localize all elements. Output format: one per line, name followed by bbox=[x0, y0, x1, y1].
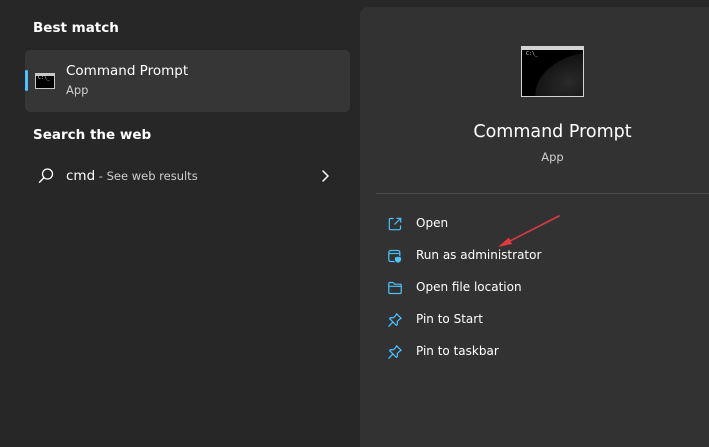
command-prompt-icon: C:\_ bbox=[35, 73, 55, 89]
action-open-label: Open bbox=[416, 216, 449, 230]
best-match-subtitle: App bbox=[66, 83, 89, 97]
selection-indicator bbox=[25, 70, 28, 91]
web-query: cmd bbox=[66, 168, 96, 184]
action-open-file-location-label: Open file location bbox=[416, 280, 522, 294]
search-results-pane: Best match C:\_ Command Prompt App Searc… bbox=[0, 0, 360, 437]
action-pin-to-start[interactable]: Pin to Start bbox=[380, 306, 680, 334]
search-icon bbox=[38, 168, 54, 183]
best-match-command-prompt[interactable]: C:\_ Command Prompt App bbox=[25, 50, 350, 112]
best-match-heading: Best match bbox=[33, 20, 119, 36]
divider bbox=[376, 193, 709, 194]
web-result-text: cmd - See web results bbox=[66, 168, 198, 184]
app-type: App bbox=[541, 150, 564, 164]
command-prompt-large-icon: C:\_ bbox=[521, 46, 584, 97]
action-pin-to-start-label: Pin to Start bbox=[416, 312, 483, 326]
action-open-file-location[interactable]: Open file location bbox=[380, 274, 680, 302]
pin-icon bbox=[388, 313, 402, 327]
app-title: Command Prompt bbox=[473, 122, 632, 142]
annotation-arrow bbox=[498, 215, 560, 247]
folder-icon bbox=[388, 281, 402, 295]
action-pin-to-taskbar[interactable]: Pin to taskbar bbox=[380, 338, 680, 366]
best-match-title: Command Prompt bbox=[66, 63, 189, 79]
pin-icon bbox=[388, 345, 402, 359]
chevron-right-icon[interactable] bbox=[320, 169, 332, 183]
web-result-cmd[interactable]: cmd - See web results bbox=[25, 157, 350, 195]
web-results-suffix: - See web results bbox=[95, 169, 198, 183]
action-pin-to-taskbar-label: Pin to taskbar bbox=[416, 344, 499, 358]
shield-admin-icon bbox=[388, 249, 402, 264]
search-web-heading: Search the web bbox=[33, 127, 152, 143]
open-external-icon bbox=[388, 217, 402, 231]
